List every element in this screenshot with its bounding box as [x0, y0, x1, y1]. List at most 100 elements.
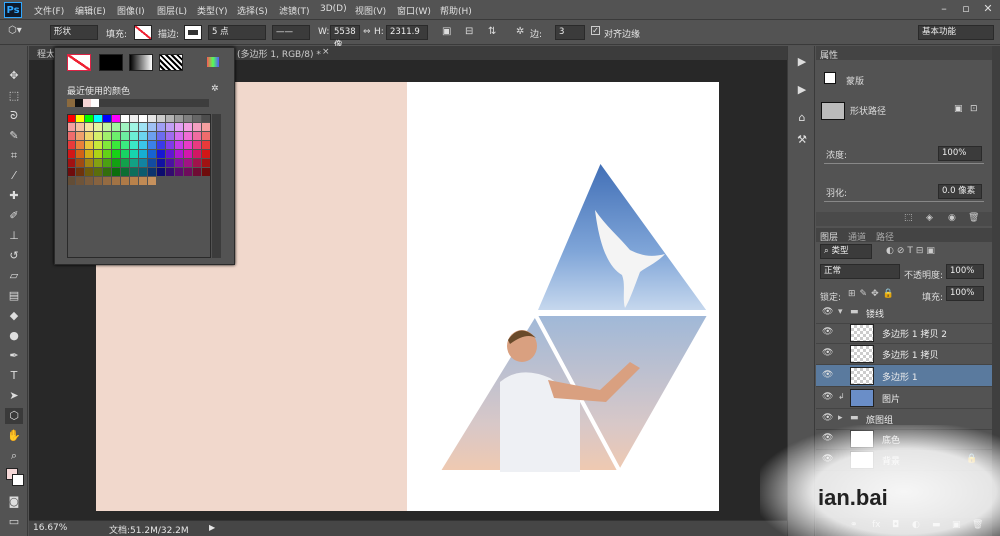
document-tab-title[interactable]: (多边形 1, RGB/8) *	[237, 47, 321, 60]
swatch-scrollbar[interactable]	[212, 114, 221, 258]
layers-tab[interactable]: 图层	[820, 230, 838, 243]
close-icon[interactable]: ✕	[978, 2, 998, 16]
restore-icon[interactable]: ▫	[956, 2, 976, 16]
stroke-swatch[interactable]	[184, 25, 202, 40]
expand-arrow-icon[interactable]: ▸	[838, 413, 843, 423]
apply-mask-icon[interactable]: ◈	[926, 213, 933, 223]
workspace-select[interactable]: 基本功能	[918, 25, 994, 40]
visibility-icon[interactable]: ◉	[948, 213, 956, 223]
menu-3d[interactable]: 3D(D)	[320, 4, 347, 14]
sides-field[interactable]: 3	[555, 25, 585, 40]
layer-row-polygon-copy[interactable]: 👁 多边形 1 拷贝	[816, 343, 992, 365]
healing-tool-icon[interactable]: ✚	[5, 188, 23, 204]
menu-filter[interactable]: 滤镜(T)	[279, 4, 310, 17]
actions-icon[interactable]: ▶	[793, 82, 811, 98]
screen-mode-icon[interactable]: ▭	[5, 514, 23, 530]
menu-help[interactable]: 帮助(H)	[440, 4, 472, 17]
add-vector-mask-icon[interactable]: ⊡	[970, 104, 978, 114]
path-select-tool-icon[interactable]: ➤	[5, 388, 23, 404]
align-edges-checkbox[interactable]: ✓	[591, 26, 600, 35]
feather-field[interactable]: 0.0 像素	[938, 184, 982, 199]
no-fill-button[interactable]	[67, 54, 91, 71]
move-tool-icon[interactable]: ✥	[5, 68, 23, 84]
menu-view[interactable]: 视图(V)	[355, 4, 386, 17]
layer-row-group-镂线[interactable]: 👁 ▾ ▬ 镂线	[816, 302, 992, 324]
document-tab-short[interactable]: 程太	[37, 47, 55, 60]
shape-tool-icon[interactable]: ⬡	[5, 408, 23, 424]
type-tool-icon[interactable]: T	[5, 368, 23, 384]
gradient-tool-icon[interactable]: ▤	[5, 288, 23, 304]
stamp-tool-icon[interactable]: ⊥	[5, 228, 23, 244]
hand-tool-icon[interactable]: ✋	[5, 428, 23, 444]
settings-gear-icon[interactable]: ✲	[211, 84, 219, 94]
layer-row-polygon-1-selected[interactable]: 👁 多边形 1	[816, 365, 992, 387]
layer-row-polygon-copy-2[interactable]: 👁 多边形 1 拷贝 2	[816, 322, 992, 344]
eye-icon[interactable]: 👁	[822, 348, 833, 358]
path-ops-icon[interactable]: ▣	[442, 26, 451, 37]
properties-tab[interactable]: 属性	[820, 48, 838, 61]
layer-row-image[interactable]: 👁 ↲ 图片	[816, 387, 992, 409]
crop-tool-icon[interactable]: ⌗	[5, 148, 23, 164]
menu-type[interactable]: 类型(Y)	[197, 4, 228, 17]
path-arrange-icon[interactable]: ⇅	[488, 26, 496, 37]
brush-presets-icon[interactable]: ⌂	[793, 110, 811, 126]
stroke-type-select[interactable]: ——	[272, 25, 310, 40]
eye-icon[interactable]: 👁	[822, 413, 833, 423]
blend-mode-select[interactable]: 正常	[820, 264, 900, 279]
pattern-button[interactable]	[159, 54, 183, 71]
path-align-icon[interactable]: ⊟	[465, 26, 473, 37]
eyedropper-tool-icon[interactable]: ⁄	[5, 168, 23, 184]
blur-tool-icon[interactable]: ◆	[5, 308, 23, 324]
status-menu-arrow-icon[interactable]: ▶	[209, 523, 215, 532]
menu-layer[interactable]: 图层(L)	[157, 4, 187, 17]
minimize-icon[interactable]: –	[934, 2, 954, 16]
link-icon[interactable]: ⇔	[363, 27, 371, 37]
density-field[interactable]: 100%	[938, 146, 982, 161]
solid-color-button[interactable]	[99, 54, 123, 71]
delete-icon[interactable]: 🗑	[968, 213, 979, 223]
eye-icon[interactable]: 👁	[822, 392, 833, 402]
fill-swatch[interactable]	[134, 25, 152, 40]
menu-edit[interactable]: 编辑(E)	[75, 4, 106, 17]
background-color-swatch[interactable]	[12, 474, 24, 486]
stroke-size-field[interactable]: 5 点	[208, 25, 266, 40]
brush-tool-icon[interactable]: ✐	[5, 208, 23, 224]
width-field[interactable]: 5538 像	[330, 25, 360, 50]
recent-colors-row[interactable]	[67, 99, 209, 107]
fill-field[interactable]: 100%	[946, 286, 984, 301]
zoom-level[interactable]: 16.67%	[33, 523, 67, 533]
history-icon[interactable]: ▶	[793, 54, 811, 70]
layer-filter-select[interactable]: ⌕ 类型	[820, 244, 872, 259]
eye-icon[interactable]: 👁	[822, 327, 833, 337]
density-slider[interactable]	[824, 163, 984, 164]
add-mask-icon[interactable]: ▣	[954, 104, 963, 114]
channels-tab[interactable]: 通道	[848, 230, 866, 243]
menu-image[interactable]: 图像(I)	[117, 4, 145, 17]
menu-select[interactable]: 选择(S)	[237, 4, 268, 17]
shape-mode-select[interactable]: 形状	[50, 25, 98, 40]
history-brush-tool-icon[interactable]: ↺	[5, 248, 23, 264]
quick-select-tool-icon[interactable]: ✎	[5, 128, 23, 144]
eye-icon[interactable]: 👁	[822, 370, 833, 380]
filter-icons[interactable]: ◐⊘T⊟▣	[886, 246, 938, 256]
gradient-button[interactable]	[129, 54, 153, 71]
color-picker-icon[interactable]	[207, 57, 219, 67]
gear-icon[interactable]: ✲	[516, 26, 524, 37]
paths-tab[interactable]: 路径	[876, 230, 894, 243]
marquee-tool-icon[interactable]: ⬚	[5, 88, 23, 104]
lasso-tool-icon[interactable]: ᘐ	[5, 108, 23, 124]
menu-window[interactable]: 窗口(W)	[397, 4, 431, 17]
expand-arrow-icon[interactable]: ▾	[838, 307, 843, 317]
eraser-tool-icon[interactable]: ▱	[5, 268, 23, 284]
lock-icons[interactable]: ⊞✎✥🔒	[848, 289, 898, 299]
menu-file[interactable]: 文件(F)	[34, 4, 64, 17]
opacity-field[interactable]: 100%	[946, 264, 984, 279]
eye-icon[interactable]: 👁	[822, 307, 833, 317]
height-field[interactable]: 2311.9	[386, 25, 428, 40]
load-selection-icon[interactable]: ⬚	[904, 213, 913, 223]
quick-mask-icon[interactable]: ◙	[5, 494, 23, 510]
zoom-tool-icon[interactable]: ⌕	[5, 448, 23, 464]
feather-slider[interactable]	[824, 201, 984, 202]
shape-path-thumb[interactable]	[821, 102, 845, 120]
pen-tool-icon[interactable]: ✒	[5, 348, 23, 364]
